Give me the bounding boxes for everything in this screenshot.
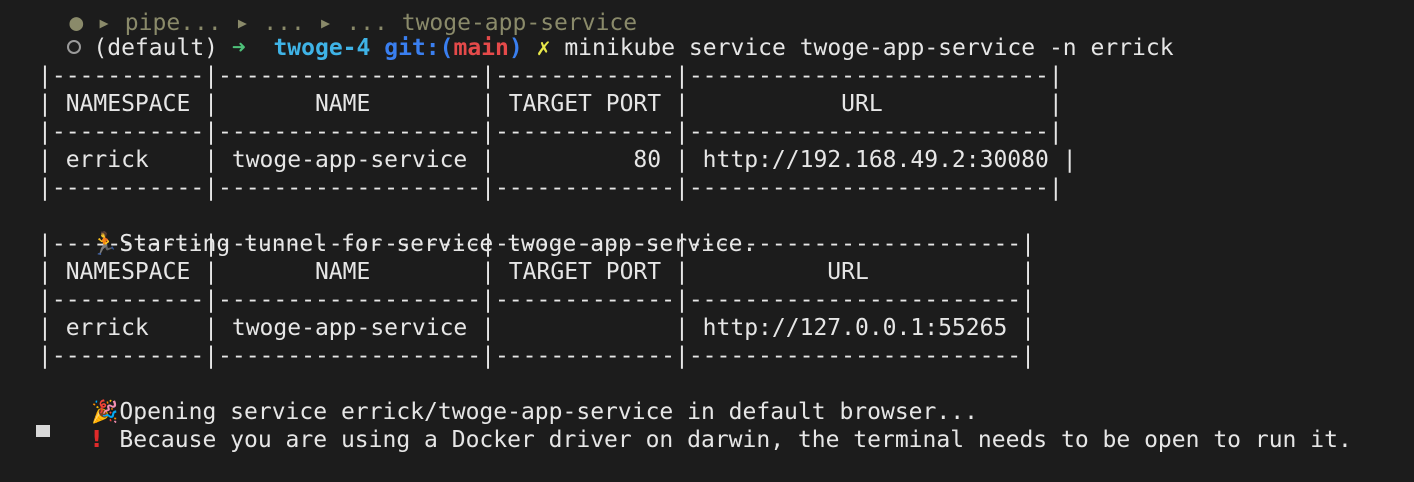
prompt-command: minikube service twoge-app-service -n er…: [564, 35, 1174, 61]
prompt-git-branch: main: [453, 35, 509, 61]
table2-border-bottom: |-----------|-------------------|-------…: [38, 343, 1035, 369]
prompt-env: (default): [93, 35, 219, 61]
table1-data-row: | errick | twoge-app-service | 80 | http…: [38, 147, 1077, 173]
warning-message-text: Because you are using a Docker driver on…: [119, 427, 1352, 453]
prompt-arrow-icon: ➜: [231, 35, 246, 61]
warning-message: ! Because you are using a Docker driver o…: [36, 398, 1351, 453]
table1-border-mid: |-----------|-------------------|-------…: [38, 119, 1063, 145]
table1-border-top: |-----------|-------------------|-------…: [38, 63, 1063, 89]
prompt-status-icon: [67, 40, 82, 54]
table2-border-mid: |-----------|-------------------|-------…: [38, 287, 1035, 313]
table1-header-row: | NAMESPACE | NAME | TARGET PORT | URL |: [38, 91, 1063, 117]
tunnel-message: 🏃Starting tunnel for service twoge-app-s…: [36, 202, 756, 257]
table2-data-row: | errick | twoge-app-service | | http://…: [38, 315, 1035, 341]
prompt-directory: twoge-4: [273, 35, 371, 61]
shell-prompt: (default) ➜ twoge-4 git:(main) ✗ minikub…: [12, 6, 1174, 61]
terminal-cursor: [36, 425, 50, 437]
opening-message: 🎉Opening service errick/twoge-app-servic…: [36, 370, 978, 425]
table2-header-row: | NAMESPACE | NAME | TARGET PORT | URL |: [38, 259, 1035, 285]
prompt-git-prefix: git:(: [384, 35, 454, 61]
table1-border-bottom: |-----------|-------------------|-------…: [38, 175, 1063, 201]
table2-border-top: |-----------|-------------------|-------…: [38, 231, 1035, 257]
exclamation-icon: !: [91, 427, 102, 453]
prompt-git-suffix: ): [508, 35, 523, 61]
terminal-window[interactable]: ● ▸ pipe... ▸ ... ▸ ... twoge-app-servic…: [0, 0, 1414, 453]
prompt-dirty-marker: ✗: [536, 35, 551, 61]
